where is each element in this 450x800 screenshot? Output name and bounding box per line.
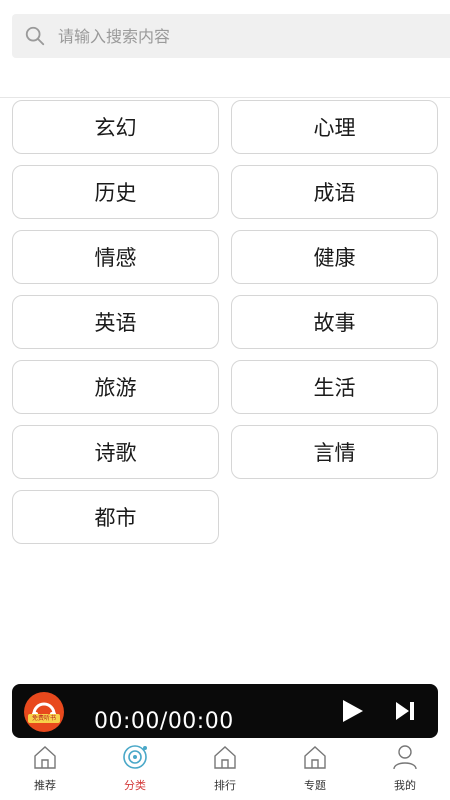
album-art[interactable]: 免费听书 [24, 692, 64, 732]
category-button[interactable]: 诗歌 [12, 425, 219, 479]
category-button[interactable]: 都市 [12, 490, 219, 544]
search-bar[interactable] [12, 14, 450, 58]
tab-topic[interactable]: 专题 [270, 740, 360, 800]
bottom-tab-bar: 推荐 分类 排行 专题 我的 [0, 740, 450, 800]
category-button[interactable]: 健康 [231, 230, 438, 284]
next-track-icon[interactable] [394, 700, 416, 722]
home-icon [214, 746, 236, 769]
category-grid: 玄幻 心理 历史 成语 情感 健康 英语 故事 旅游 生活 诗歌 言情 都市 [12, 100, 438, 544]
tab-label: 我的 [394, 779, 416, 792]
tab-recommend[interactable]: 推荐 [0, 740, 90, 800]
category-button[interactable]: 生活 [231, 360, 438, 414]
status-area [0, 0, 450, 14]
tab-category[interactable]: 分类 [90, 740, 180, 800]
disc-icon [123, 745, 147, 769]
album-badge: 免费听书 [28, 714, 60, 723]
user-icon [393, 745, 417, 770]
tab-label: 推荐 [34, 779, 56, 792]
category-button[interactable]: 心理 [231, 100, 438, 154]
headphones-icon [32, 702, 56, 720]
category-button[interactable]: 玄幻 [12, 100, 219, 154]
home-icon [34, 746, 56, 769]
tab-label: 分类 [124, 779, 146, 792]
category-button[interactable]: 情感 [12, 230, 219, 284]
play-icon[interactable] [338, 697, 366, 725]
tab-mine[interactable]: 我的 [360, 740, 450, 800]
category-button[interactable]: 英语 [12, 295, 219, 349]
category-button[interactable]: 旅游 [12, 360, 219, 414]
category-button[interactable]: 成语 [231, 165, 438, 219]
playback-time: 00:00/00:00 [94, 709, 234, 734]
tab-ranking[interactable]: 排行 [180, 740, 270, 800]
tab-label: 排行 [214, 779, 236, 792]
category-button[interactable]: 言情 [231, 425, 438, 479]
home-icon [304, 746, 326, 769]
search-icon [25, 26, 45, 46]
category-button[interactable]: 历史 [12, 165, 219, 219]
tab-label: 专题 [304, 779, 326, 792]
search-input[interactable] [58, 14, 450, 58]
divider [0, 97, 450, 98]
category-button[interactable]: 故事 [231, 295, 438, 349]
